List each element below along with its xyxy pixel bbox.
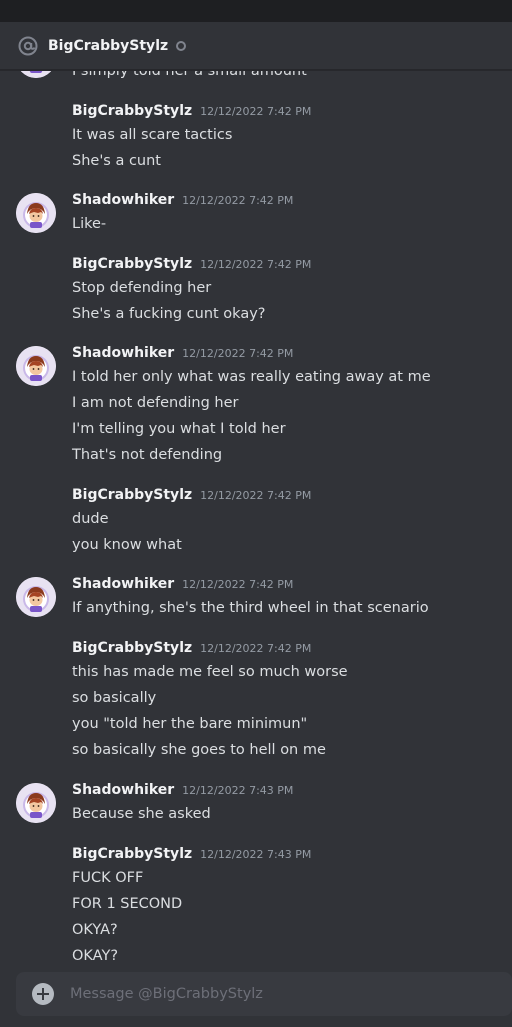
message-text: this has made me feel so much worse xyxy=(72,664,348,680)
message-group: Shadowhiker 12/12/2022 7:42 PM If anything… xyxy=(0,575,512,623)
channel-name: BigCrabbyStylz xyxy=(48,37,169,54)
message-group: BigCrabbyStylz 12/12/2022 7:42 PM Stop def… xyxy=(0,255,512,329)
avatar[interactable] xyxy=(16,783,56,823)
timestamp: 12/12/2022 7:42 PM xyxy=(182,194,294,207)
timestamp: 12/12/2022 7:42 PM xyxy=(182,578,294,591)
author-name[interactable]: BigCrabbyStylz xyxy=(72,103,192,119)
message-group: Shadowhiker 12/12/2022 7:42 PM I told her … xyxy=(0,344,512,470)
message-text: dude xyxy=(72,511,109,527)
message-group: BigCrabbyStylz 12/12/2022 7:43 PM FUCK OFF… xyxy=(0,845,512,970)
at-sign-icon xyxy=(16,34,40,58)
message-header: BigCrabbyStylz 12/12/2022 7:42 PM xyxy=(72,639,512,661)
message-header: BigCrabbyStylz 12/12/2022 7:42 PM xyxy=(72,102,512,124)
avatar[interactable] xyxy=(16,577,56,617)
message-group: BigCrabbyStylz 12/12/2022 7:42 PM this has… xyxy=(0,639,512,765)
message-group: Shadowhiker 12/12/2022 7:43 PM Because she… xyxy=(0,781,512,829)
timestamp: 12/12/2022 7:42 PM xyxy=(200,258,312,271)
message-header: BigCrabbyStylz 12/12/2022 7:43 PM xyxy=(72,845,512,867)
timestamp: 12/12/2022 7:42 PM xyxy=(200,105,312,118)
avatar[interactable] xyxy=(16,346,56,386)
author-name[interactable]: Shadowhiker xyxy=(72,345,174,361)
author-name[interactable]: BigCrabbyStylz xyxy=(72,487,192,503)
message-text: so basically she goes to hell on me xyxy=(72,742,326,758)
message-text: I am not defending her xyxy=(72,395,239,411)
message-text: If anything, she's the third wheel in th… xyxy=(72,600,429,616)
message-header: Shadowhiker 12/12/2022 7:42 PM xyxy=(72,344,512,366)
author-name[interactable]: BigCrabbyStylz xyxy=(72,256,192,272)
author-name[interactable]: Shadowhiker xyxy=(72,192,174,208)
message-header: Shadowhiker 12/12/2022 7:43 PM xyxy=(72,781,512,803)
message-text: you "told her the bare minimun" xyxy=(72,716,308,732)
message-composer xyxy=(16,972,512,1016)
message-text: Because she asked xyxy=(72,806,211,822)
message-text: OKAY? xyxy=(72,948,119,964)
author-name[interactable]: Shadowhiker xyxy=(72,782,174,798)
message-text: It was all scare tactics xyxy=(72,127,233,143)
message-text: you know what xyxy=(72,537,182,553)
timestamp: 12/12/2022 7:43 PM xyxy=(182,784,294,797)
offline-status-icon xyxy=(176,40,187,51)
message-header: BigCrabbyStylz 12/12/2022 7:42 PM xyxy=(72,255,512,277)
author-name[interactable]: Shadowhiker xyxy=(72,576,174,592)
message-group: BigCrabbyStylz 12/12/2022 7:42 PM dude you … xyxy=(0,486,512,560)
message-input[interactable] xyxy=(70,986,470,1002)
timestamp: 12/12/2022 7:42 PM xyxy=(200,489,312,502)
window-titlebar xyxy=(0,0,512,22)
message-header: Shadowhiker 12/12/2022 7:42 PM xyxy=(72,575,512,597)
timestamp: 12/12/2022 7:43 PM xyxy=(200,848,312,861)
message-group: Shadowhiker 12/12/2022 7:42 PM Like- xyxy=(0,191,512,239)
message-text: I told her only what was really eating a… xyxy=(72,369,431,385)
message-text: Like- xyxy=(72,216,107,232)
channel-header: BigCrabbyStylz xyxy=(0,22,512,70)
message-group: I simply told her a small amount xyxy=(0,71,512,86)
message-text: She's a fucking cunt okay? xyxy=(72,306,266,322)
timestamp: 12/12/2022 7:42 PM xyxy=(182,347,294,360)
message-text: I simply told her a small amount xyxy=(72,71,307,79)
author-name[interactable]: BigCrabbyStylz xyxy=(72,640,192,656)
message-text: She's a cunt xyxy=(72,153,161,169)
message-text: Stop defending her xyxy=(72,280,212,296)
message-text: I'm telling you what I told her xyxy=(72,421,286,437)
message-text: FUCK OFF xyxy=(72,870,144,886)
plus-icon xyxy=(37,988,49,1000)
message-text: OKYA? xyxy=(72,922,118,938)
message-group: BigCrabbyStylz 12/12/2022 7:42 PM It was a… xyxy=(0,102,512,176)
message-text: so basically xyxy=(72,690,157,706)
message-text: That's not defending xyxy=(72,447,223,463)
timestamp: 12/12/2022 7:42 PM xyxy=(200,642,312,655)
avatar[interactable] xyxy=(16,71,56,78)
avatar[interactable] xyxy=(16,193,56,233)
message-header: BigCrabbyStylz 12/12/2022 7:42 PM xyxy=(72,486,512,508)
add-attachment-button[interactable] xyxy=(32,983,54,1005)
message-list[interactable]: I simply told her a small amount BigCrabb… xyxy=(0,71,512,970)
author-name[interactable]: BigCrabbyStylz xyxy=(72,846,192,862)
message-header: Shadowhiker 12/12/2022 7:42 PM xyxy=(72,191,512,213)
message-text: FOR 1 SECOND xyxy=(72,896,183,912)
